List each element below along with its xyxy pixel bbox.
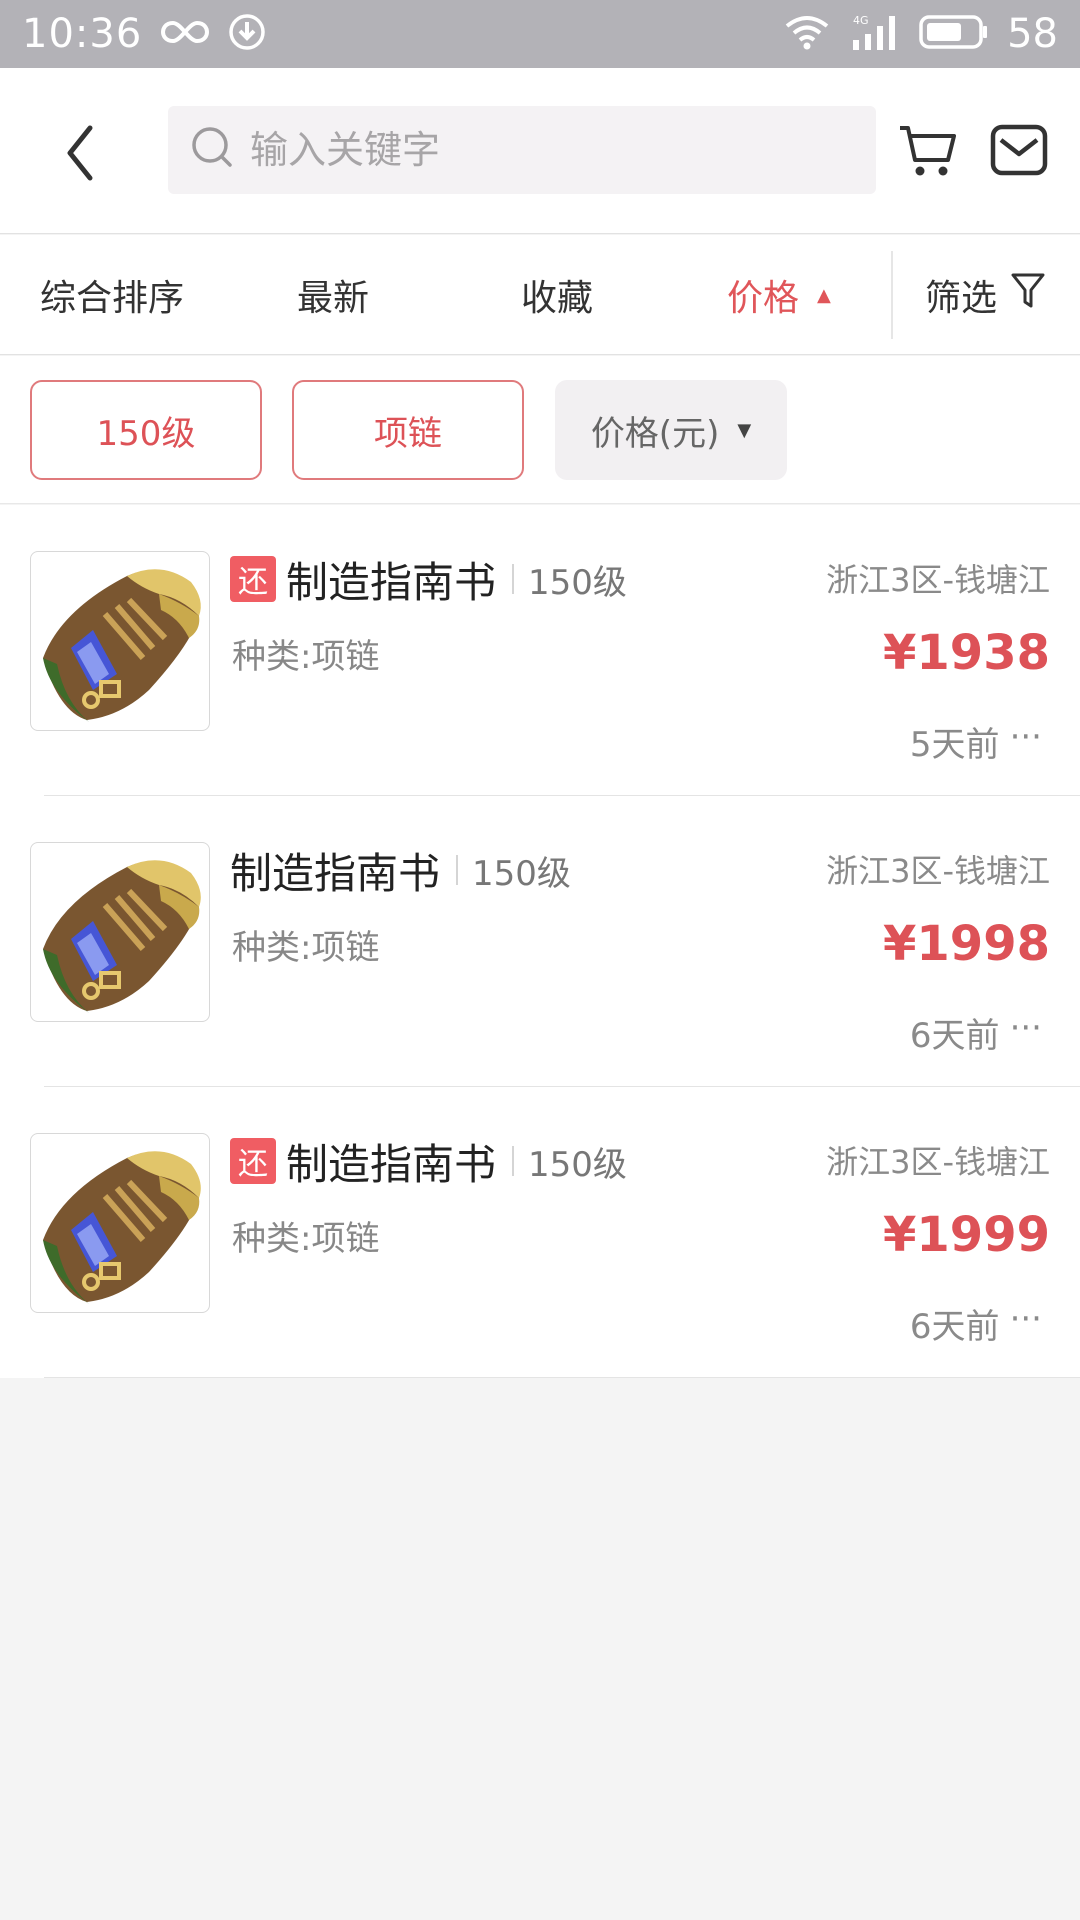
search-input[interactable] [250,128,850,172]
scroll-icon [43,1151,201,1304]
app-screen: 10:36 4G 58 输入关键字 综合排序 最新 收藏 价格 ▲ 筛选 150… [0,0,1080,1920]
more-icon[interactable]: ··· [1010,1008,1042,1057]
item-level: 150级 [472,853,571,894]
chip-label: 项链 [374,413,442,454]
dropdown-arrow-icon: ▼ [737,419,752,441]
item-time-row: 5天前 ··· [910,717,1042,766]
scroll-icon [43,569,201,722]
mail-icon [990,124,1048,176]
return-tag-badge: 还 [230,556,276,602]
sort-tab-favorites[interactable]: 收藏 [521,235,593,355]
sort-tab-label: 最新 [297,278,370,319]
item-server: 浙江3区-钱塘江 [826,1143,1050,1181]
back-icon [67,125,93,181]
return-tag-badge: 还 [230,1138,276,1184]
sort-bar: 综合排序 最新 收藏 价格 ▲ 筛选 [0,235,1080,355]
funnel-icon [1011,272,1045,319]
cart-icon [900,126,956,176]
item-type: 种类:项链 [232,637,380,677]
item-title-row: 还 制造指南书 150级 [230,1131,627,1191]
list-item[interactable]: 制造指南书 150级 种类:项链 浙江3区-钱塘江 ¥1998 6天前 ··· [0,796,1080,1087]
item-thumbnail [30,1133,210,1313]
title-divider [512,1146,515,1176]
cart-button[interactable] [898,122,958,180]
item-type: 种类:项链 [232,1219,380,1259]
signal-4g-icon: 4G [849,12,901,56]
chip-label: 150级 [96,413,196,454]
item-type: 种类:项链 [232,928,380,968]
chip-price-dropdown[interactable]: 价格(元) ▼ [555,380,787,480]
search-bar[interactable] [168,106,876,194]
item-price: ¥1998 [883,916,1050,972]
title-divider [512,564,515,594]
item-server: 浙江3区-钱塘江 [826,561,1050,599]
sort-ascending-icon: ▲ [817,284,831,306]
item-level: 150级 [528,562,627,603]
battery-level: 58 [1007,11,1058,57]
back-button[interactable] [56,118,106,188]
item-thumbnail [30,842,210,1022]
sort-tab-label: 综合排序 [40,278,185,319]
chip-label: 价格(元) [590,413,720,454]
sort-divider [891,251,893,339]
download-icon [228,13,266,55]
list-item[interactable]: 还 制造指南书 150级 种类:项链 浙江3区-钱塘江 ¥1938 5天前 ··… [0,505,1080,796]
item-divider [44,1377,1080,1378]
item-list: 还 制造指南书 150级 种类:项链 浙江3区-钱塘江 ¥1938 5天前 ··… [0,505,1080,1378]
item-name: 制造指南书 [286,557,497,607]
more-icon[interactable]: ··· [1010,1299,1042,1348]
scroll-icon [43,860,201,1013]
item-thumbnail [30,551,210,731]
status-right: 4G 58 [783,11,1058,57]
item-level: 150级 [528,1144,627,1185]
item-title-row: 还 制造指南书 150级 [230,549,627,609]
filter-button[interactable]: 筛选 [925,235,1045,355]
filter-chips: 150级 项链 价格(元) ▼ [0,356,1080,504]
svg-text:4G: 4G [853,14,869,27]
sort-tab-price[interactable]: 价格 ▲ [727,235,831,355]
header [0,68,1080,234]
mail-button[interactable] [990,122,1048,178]
search-icon [190,125,236,175]
more-icon[interactable]: ··· [1010,717,1042,766]
item-time-row: 6天前 ··· [910,1008,1042,1057]
item-price: ¥1999 [883,1207,1050,1263]
item-name: 制造指南书 [286,1139,497,1189]
item-time: 6天前 [909,1307,1000,1347]
item-name: 制造指南书 [230,848,441,898]
filter-label: 筛选 [925,278,998,319]
item-time: 5天前 [909,725,1000,765]
chip-level[interactable]: 150级 [30,380,262,480]
sort-tab-newest[interactable]: 最新 [297,235,369,355]
status-left: 10:36 [22,11,266,57]
wifi-icon [783,12,831,56]
item-price: ¥1938 [883,625,1050,681]
sort-tab-label: 收藏 [521,278,594,319]
item-time-row: 6天前 ··· [910,1299,1042,1348]
chip-category[interactable]: 项链 [292,380,524,480]
title-divider [456,855,459,885]
item-title-row: 制造指南书 150级 [230,840,571,900]
item-server: 浙江3区-钱塘江 [826,852,1050,890]
status-bar: 10:36 4G 58 [0,0,1080,68]
sort-tab-label: 价格 [727,278,800,319]
infinity-icon [160,17,210,51]
item-time: 6天前 [909,1016,1000,1056]
battery-icon [919,14,989,54]
sort-tab-comprehensive[interactable]: 综合排序 [40,235,184,355]
list-item[interactable]: 还 制造指南书 150级 种类:项链 浙江3区-钱塘江 ¥1999 6天前 ··… [0,1087,1080,1378]
status-time: 10:36 [22,11,143,57]
